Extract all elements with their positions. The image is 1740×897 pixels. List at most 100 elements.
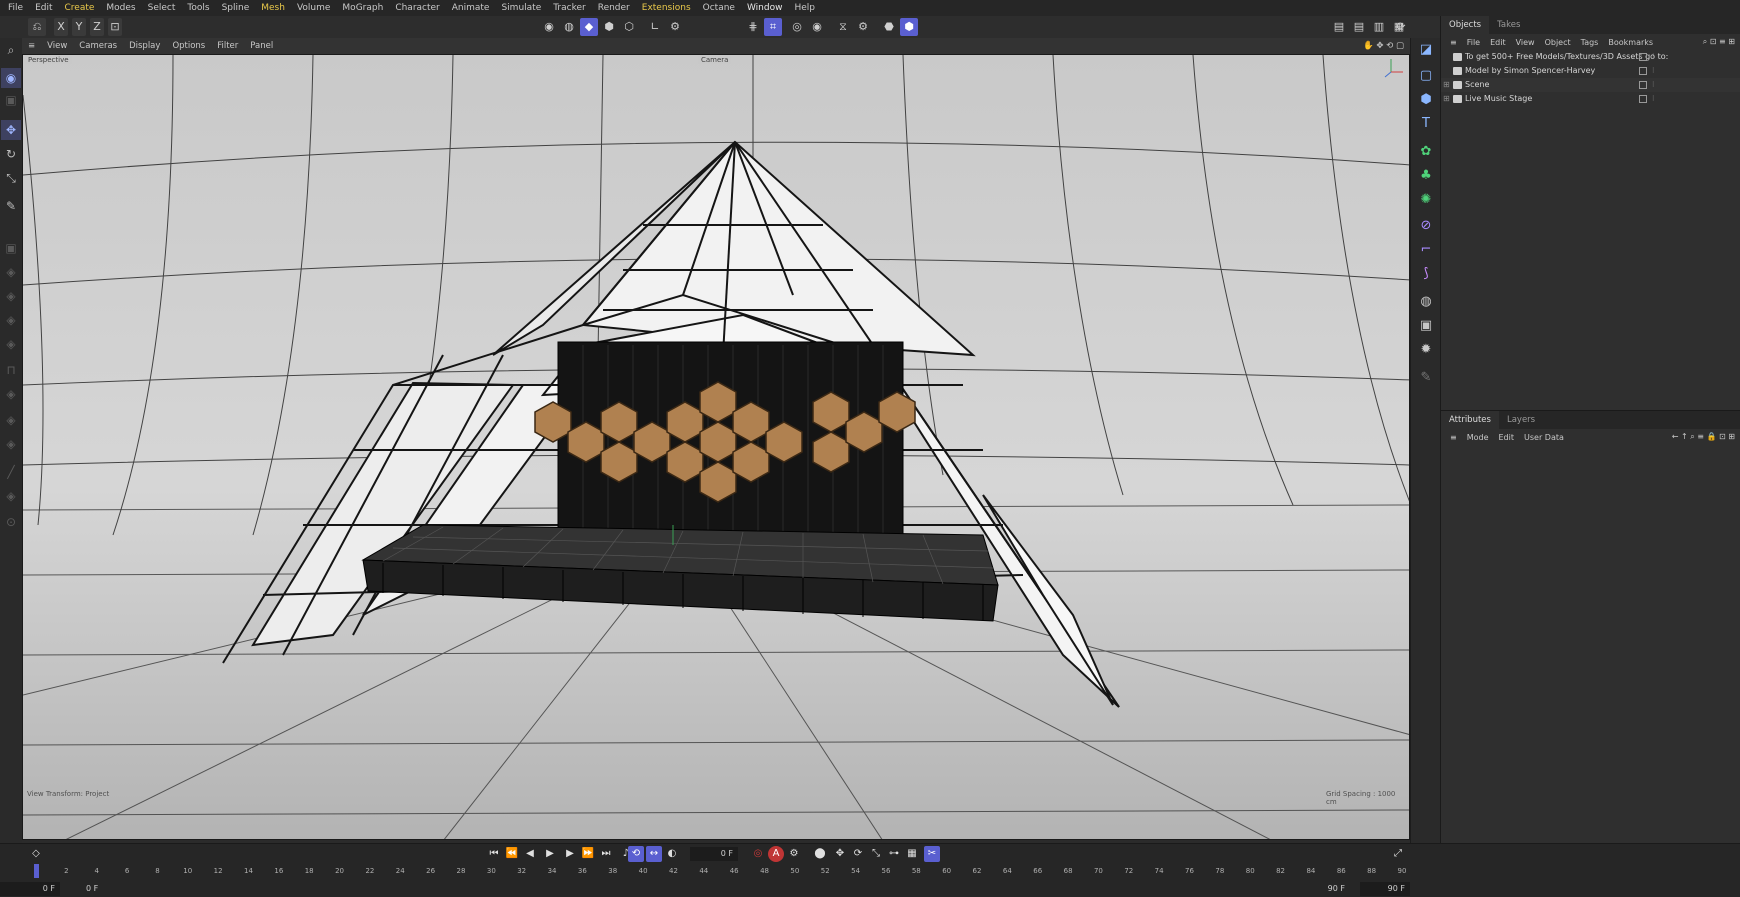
knife-icon[interactable]: ◈ bbox=[1, 434, 21, 454]
bevel-icon[interactable]: ◈ bbox=[1, 334, 21, 354]
model-mode-icon[interactable]: ◉ bbox=[540, 18, 558, 36]
objects-search-icon[interactable]: ⌕ ⊡ ≡ ⊞ bbox=[1698, 37, 1740, 47]
play-icon[interactable]: ▶ bbox=[542, 846, 558, 862]
vp-navigation-icons[interactable]: ✋ ✥ ⟲ ▢ bbox=[1357, 41, 1410, 51]
menu-mograph[interactable]: MoGraph bbox=[336, 3, 389, 13]
key-position-icon[interactable]: ✥ bbox=[832, 846, 848, 862]
generator-icon[interactable]: ✺ bbox=[1416, 190, 1436, 210]
keyframe-diamond-icon[interactable]: ◇ bbox=[28, 846, 44, 862]
environment-icon[interactable]: ◍ bbox=[1416, 292, 1436, 312]
menu-octane[interactable]: Octane bbox=[697, 3, 741, 13]
menu-modes[interactable]: Modes bbox=[100, 3, 141, 13]
render-to-picture-viewer-icon[interactable]: ▤ bbox=[1350, 18, 1368, 36]
texture-mode-icon[interactable]: ◍ bbox=[560, 18, 578, 36]
symmetry-icon[interactable]: ⧖ bbox=[834, 18, 852, 36]
snap-settings-icon[interactable]: ⌗ bbox=[764, 18, 782, 36]
render-view-icon[interactable]: ▤ bbox=[1330, 18, 1348, 36]
visibility-checkbox[interactable] bbox=[1639, 67, 1647, 75]
frame-ruler[interactable]: 0246810121416182022242628303234363840424… bbox=[34, 864, 1406, 880]
snap-icon[interactable]: ⋕ bbox=[744, 18, 762, 36]
attributes-menu-user-data[interactable]: User Data bbox=[1519, 433, 1569, 442]
visibility-checkbox[interactable] bbox=[1639, 53, 1647, 61]
viewport-solo-hierarchy-icon[interactable]: ⬢ bbox=[900, 18, 918, 36]
locked-workplane-icon[interactable]: ◉ bbox=[808, 18, 826, 36]
object-row[interactable]: Model by Simon Spencer-Harvey ⁝ bbox=[1441, 64, 1740, 78]
bridge-icon[interactable]: ⊓ bbox=[1, 360, 21, 380]
search-layout-icon[interactable]: ⟳ bbox=[1392, 18, 1410, 36]
cloner-icon[interactable]: ♣ bbox=[1416, 166, 1436, 186]
visibility-checkbox[interactable] bbox=[1639, 81, 1647, 89]
pen-tool-icon[interactable]: ✎ bbox=[1, 196, 21, 216]
point-mode-icon[interactable]: ⬡ bbox=[620, 18, 638, 36]
timeline-tool-icon[interactable]: ✂ bbox=[924, 846, 940, 862]
subdivision-icon[interactable]: ✿ bbox=[1416, 142, 1436, 162]
visibility-checkbox[interactable] bbox=[1639, 95, 1647, 103]
sound-icon[interactable]: ◐ bbox=[664, 846, 680, 862]
objects-menu-file[interactable]: File bbox=[1462, 38, 1485, 47]
object-row[interactable]: ⊞ Live Music Stage ⁝ bbox=[1441, 92, 1740, 106]
next-key-icon[interactable]: ⏩ bbox=[580, 846, 596, 862]
objects-menu-bookmarks[interactable]: Bookmarks bbox=[1603, 38, 1658, 47]
preview-range-icon[interactable]: ↔ bbox=[646, 846, 662, 862]
vp-menu-panel[interactable]: Panel bbox=[244, 41, 279, 51]
menu-character[interactable]: Character bbox=[389, 3, 445, 13]
magnet-icon[interactable]: ◈ bbox=[1, 410, 21, 430]
edit-icon[interactable]: ✎ bbox=[1416, 368, 1436, 388]
menu-tools[interactable]: Tools bbox=[181, 3, 215, 13]
axis-mode-icon[interactable]: ∟ bbox=[646, 18, 664, 36]
menu-extensions[interactable]: Extensions bbox=[636, 3, 697, 13]
range-end-field[interactable]: 90 F bbox=[1300, 882, 1350, 896]
live-select-icon[interactable]: ▣ bbox=[1, 90, 21, 110]
key-pla-icon[interactable]: ▦ bbox=[904, 846, 920, 862]
select-tool-icon[interactable]: ◉ bbox=[1, 68, 21, 88]
axis-z-toggle[interactable]: Z bbox=[90, 18, 104, 36]
go-to-start-icon[interactable]: ⏮ bbox=[486, 846, 502, 862]
viewport-solo-icon[interactable]: ⬣ bbox=[880, 18, 898, 36]
scale-tool-icon[interactable]: ⤡ bbox=[1, 168, 21, 188]
loop-icon[interactable]: ⟲ bbox=[628, 846, 644, 862]
vp-menu-filter[interactable]: Filter bbox=[211, 41, 244, 51]
field-icon[interactable]: ⌐ bbox=[1416, 240, 1436, 260]
objects-menu-edit[interactable]: Edit bbox=[1485, 38, 1511, 47]
deformer-icon[interactable]: ⊘ bbox=[1416, 216, 1436, 236]
objects-menu-tags[interactable]: Tags bbox=[1576, 38, 1604, 47]
visibility-dots-icon[interactable]: ⁝ bbox=[1652, 78, 1655, 92]
primitive-cube-icon[interactable]: ⬢ bbox=[1416, 90, 1436, 110]
visibility-dots-icon[interactable]: ⁝ bbox=[1652, 50, 1655, 64]
objects-menu-view[interactable]: View bbox=[1511, 38, 1540, 47]
menu-edit[interactable]: Edit bbox=[29, 3, 58, 13]
expand-icon[interactable]: ⊞ bbox=[1443, 78, 1450, 92]
menu-help[interactable]: Help bbox=[788, 3, 821, 13]
menu-file[interactable]: File bbox=[2, 3, 29, 13]
texture-icon[interactable]: ◈ bbox=[1, 286, 21, 306]
vp-menu-display[interactable]: Display bbox=[123, 41, 166, 51]
attributes-nav-icons[interactable]: ← ↑ ⌕ ≡ 🔒 ⊡ ⊞ bbox=[1667, 432, 1740, 442]
tab-attributes[interactable]: Attributes bbox=[1441, 411, 1499, 429]
tab-objects[interactable]: Objects bbox=[1441, 16, 1490, 34]
timeline-expand-icon[interactable]: ⤢ bbox=[1390, 846, 1406, 862]
search-icon[interactable]: ⌕ bbox=[1, 40, 21, 60]
cube-icon[interactable]: ◪ bbox=[1416, 40, 1436, 60]
edge-mode-icon[interactable]: ⬢ bbox=[600, 18, 618, 36]
vp-menu-cameras[interactable]: Cameras bbox=[73, 41, 123, 51]
make-editable-icon[interactable]: ▣ bbox=[1, 238, 21, 258]
light-icon[interactable]: ✹ bbox=[1416, 340, 1436, 360]
attributes-menu-edit[interactable]: Edit bbox=[1494, 433, 1520, 442]
record-active-icon[interactable]: ◎ bbox=[750, 846, 766, 862]
effector-icon[interactable]: ⟆ bbox=[1416, 264, 1436, 284]
workplane-icon[interactable]: ◎ bbox=[788, 18, 806, 36]
brush-icon[interactable]: ◈ bbox=[1, 384, 21, 404]
perspective-viewport[interactable]: Perspective Camera View Transform: Proje… bbox=[22, 54, 1410, 840]
visibility-dots-icon[interactable]: ⁝ bbox=[1652, 92, 1655, 106]
previous-key-icon[interactable]: ⏪ bbox=[504, 846, 520, 862]
go-to-end-icon[interactable]: ⏭ bbox=[598, 846, 614, 862]
menu-tracker[interactable]: Tracker bbox=[547, 3, 591, 13]
key-rotation-icon[interactable]: ⟳ bbox=[850, 846, 866, 862]
expand-icon[interactable]: ⊞ bbox=[1443, 92, 1450, 106]
menu-window[interactable]: Window bbox=[741, 3, 789, 13]
spline-rectangle-icon[interactable]: ▢ bbox=[1416, 66, 1436, 86]
paint-icon[interactable]: ◈ bbox=[1, 486, 21, 506]
playhead[interactable] bbox=[34, 864, 39, 878]
render-region-icon[interactable]: ⊙ bbox=[1, 512, 21, 532]
world-coordinates-icon[interactable]: ⊡ bbox=[108, 18, 122, 36]
